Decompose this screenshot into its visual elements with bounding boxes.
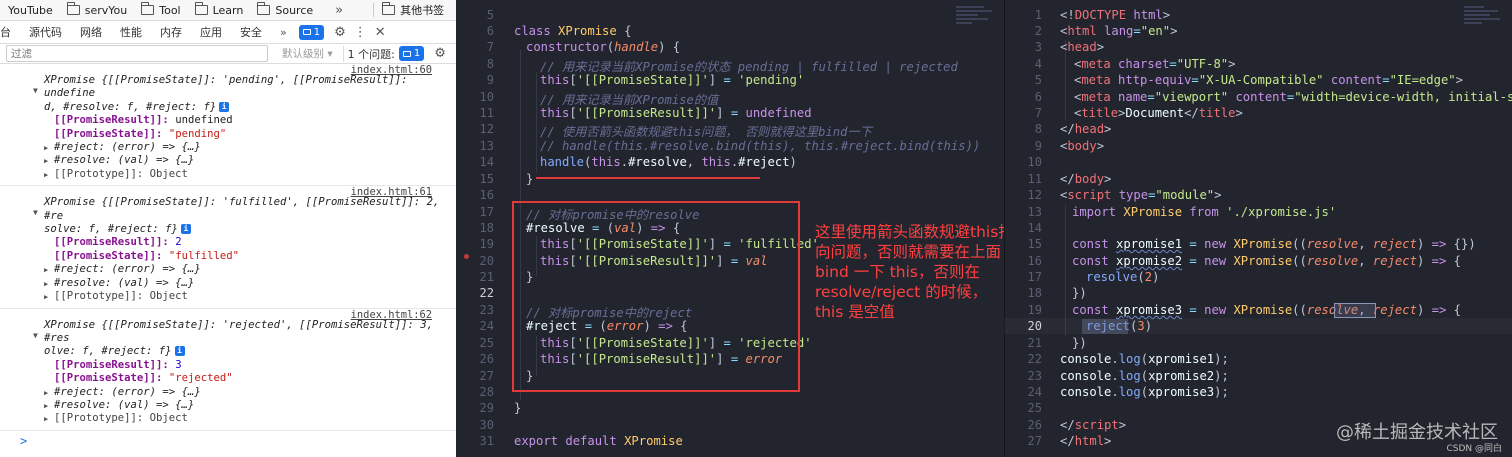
prop-promise-result: [[PromiseResult]]: 2 bbox=[54, 236, 182, 249]
bookmark-youtube[interactable]: YouTube bbox=[8, 4, 53, 17]
watermark-small: CSDN @同白 bbox=[1446, 444, 1502, 454]
filter-input[interactable] bbox=[6, 45, 268, 62]
prop-prototype[interactable]: [[Prototype]]: Object bbox=[44, 290, 448, 305]
folder-icon bbox=[257, 2, 271, 15]
prop-reject[interactable]: #reject: (error) => {…} bbox=[44, 386, 448, 401]
folder-icon bbox=[194, 2, 208, 15]
log-object-summary[interactable]: ▼ XPromise {[[PromiseState]]: 'fulfilled… bbox=[33, 186, 448, 236]
expand-triangle-icon[interactable]: ▼ bbox=[33, 206, 38, 219]
annotation-text: 这里使用箭头函数规避this指向问题，否则就需要在上面 bind 一下 this… bbox=[815, 223, 1014, 321]
bookmarks-more-button[interactable]: » bbox=[335, 3, 343, 18]
prop-prototype[interactable]: [[Prototype]]: Object bbox=[44, 412, 448, 427]
bookmarks-bar: YouTube servYou Tool Learn Source » 其他书签 bbox=[0, 0, 456, 20]
tab-application[interactable]: 应用 bbox=[200, 24, 222, 40]
message-icon bbox=[402, 50, 411, 57]
folder-icon bbox=[382, 2, 396, 15]
selection-highlight bbox=[1334, 303, 1376, 318]
log-object-summary[interactable]: ▼ XPromise {[[PromiseState]]: 'rejected'… bbox=[33, 309, 448, 359]
prop-prototype[interactable]: [[Prototype]]: Object bbox=[44, 168, 448, 183]
info-icon: i bbox=[174, 346, 185, 357]
message-icon bbox=[302, 29, 311, 35]
breakpoint-marker[interactable] bbox=[464, 254, 469, 259]
tab-memory[interactable]: 内存 bbox=[160, 24, 182, 40]
bookmark-source[interactable]: Source bbox=[257, 2, 313, 17]
log-object-summary[interactable]: ▼ XPromise {[[PromiseState]]: 'pending',… bbox=[33, 64, 448, 114]
folder-icon bbox=[141, 2, 155, 15]
prop-promise-state: [[PromiseState]]: "fulfilled" bbox=[54, 249, 239, 262]
prop-reject[interactable]: #reject: (error) => {…} bbox=[44, 263, 448, 278]
tab-console[interactable]: 台 bbox=[0, 24, 11, 40]
info-icon: i bbox=[219, 101, 230, 112]
more-vertical-icon[interactable]: ⋮ bbox=[354, 25, 367, 40]
selection-highlight bbox=[1082, 319, 1128, 334]
tab-sources[interactable]: 源代码 bbox=[29, 24, 62, 40]
tab-performance[interactable]: 性能 bbox=[120, 24, 142, 40]
prop-promise-state: [[PromiseState]]: "pending" bbox=[54, 127, 227, 140]
bookmark-tool[interactable]: Tool bbox=[141, 2, 181, 17]
prop-reject[interactable]: #reject: (error) => {…} bbox=[44, 141, 448, 156]
issues-counter[interactable]: 1 个问题: 1 bbox=[342, 45, 425, 62]
console-prompt[interactable]: > bbox=[0, 431, 456, 448]
minimap[interactable] bbox=[956, 6, 996, 46]
annotation-box bbox=[512, 201, 800, 392]
expand-triangle-icon[interactable]: ▼ bbox=[33, 329, 38, 342]
console-settings-icon[interactable]: ⚙ bbox=[434, 46, 446, 61]
devtools-tabs: 台 源代码 网络 性能 内存 应用 安全 » 1 ⚙ ⋮ ✕ bbox=[0, 20, 456, 44]
expand-triangle-icon[interactable]: ▼ bbox=[33, 84, 38, 97]
tab-network[interactable]: 网络 bbox=[80, 24, 102, 40]
code-content[interactable]: 1 2 3 4 5 6 7 8 9 10 11 12 13 14 15 16 1… bbox=[1004, 0, 1512, 457]
gear-icon[interactable]: ⚙ bbox=[334, 25, 346, 40]
bookmarks-divider bbox=[373, 3, 375, 17]
tabs-more-button[interactable]: » bbox=[280, 26, 287, 39]
close-icon[interactable]: ✕ bbox=[375, 25, 386, 40]
tab-security[interactable]: 安全 bbox=[240, 24, 262, 40]
console-entry: index.html:61 ▼ XPromise {[[PromiseState… bbox=[0, 186, 456, 309]
bookmark-learn[interactable]: Learn bbox=[194, 2, 243, 17]
annotation-underline bbox=[536, 177, 760, 179]
issues-badge[interactable]: 1 bbox=[298, 24, 325, 40]
issues-badge-small: 1 bbox=[398, 46, 425, 61]
prop-promise-state: [[PromiseState]]: "rejected" bbox=[54, 372, 233, 385]
prop-resolve[interactable]: #resolve: (val) => {…} bbox=[44, 277, 448, 292]
log-level-select[interactable]: 默认级别 ▾ bbox=[282, 46, 333, 61]
prop-promise-result: [[PromiseResult]]: 3 bbox=[54, 358, 182, 371]
info-icon: i bbox=[180, 224, 191, 235]
devtools-panel: YouTube servYou Tool Learn Source » 其他书签… bbox=[0, 0, 456, 457]
console-filter-bar: 默认级别 ▾ 1 个问题:1 ⚙ bbox=[0, 44, 456, 64]
console-output: index.html:60 ▼ XPromise {[[PromiseState… bbox=[0, 64, 456, 448]
folder-icon bbox=[66, 2, 80, 15]
prop-promise-result: [[PromiseResult]]: undefined bbox=[54, 114, 233, 127]
bookmark-other[interactable]: 其他书签 bbox=[382, 2, 444, 18]
console-entry: index.html:62 ▼ XPromise {[[PromiseState… bbox=[0, 309, 456, 431]
bookmark-servyou[interactable]: servYou bbox=[66, 2, 127, 17]
prop-resolve[interactable]: #resolve: (val) => {…} bbox=[44, 154, 448, 169]
prop-resolve[interactable]: #resolve: (val) => {…} bbox=[44, 399, 448, 414]
console-entry: index.html:60 ▼ XPromise {[[PromiseState… bbox=[0, 64, 456, 187]
